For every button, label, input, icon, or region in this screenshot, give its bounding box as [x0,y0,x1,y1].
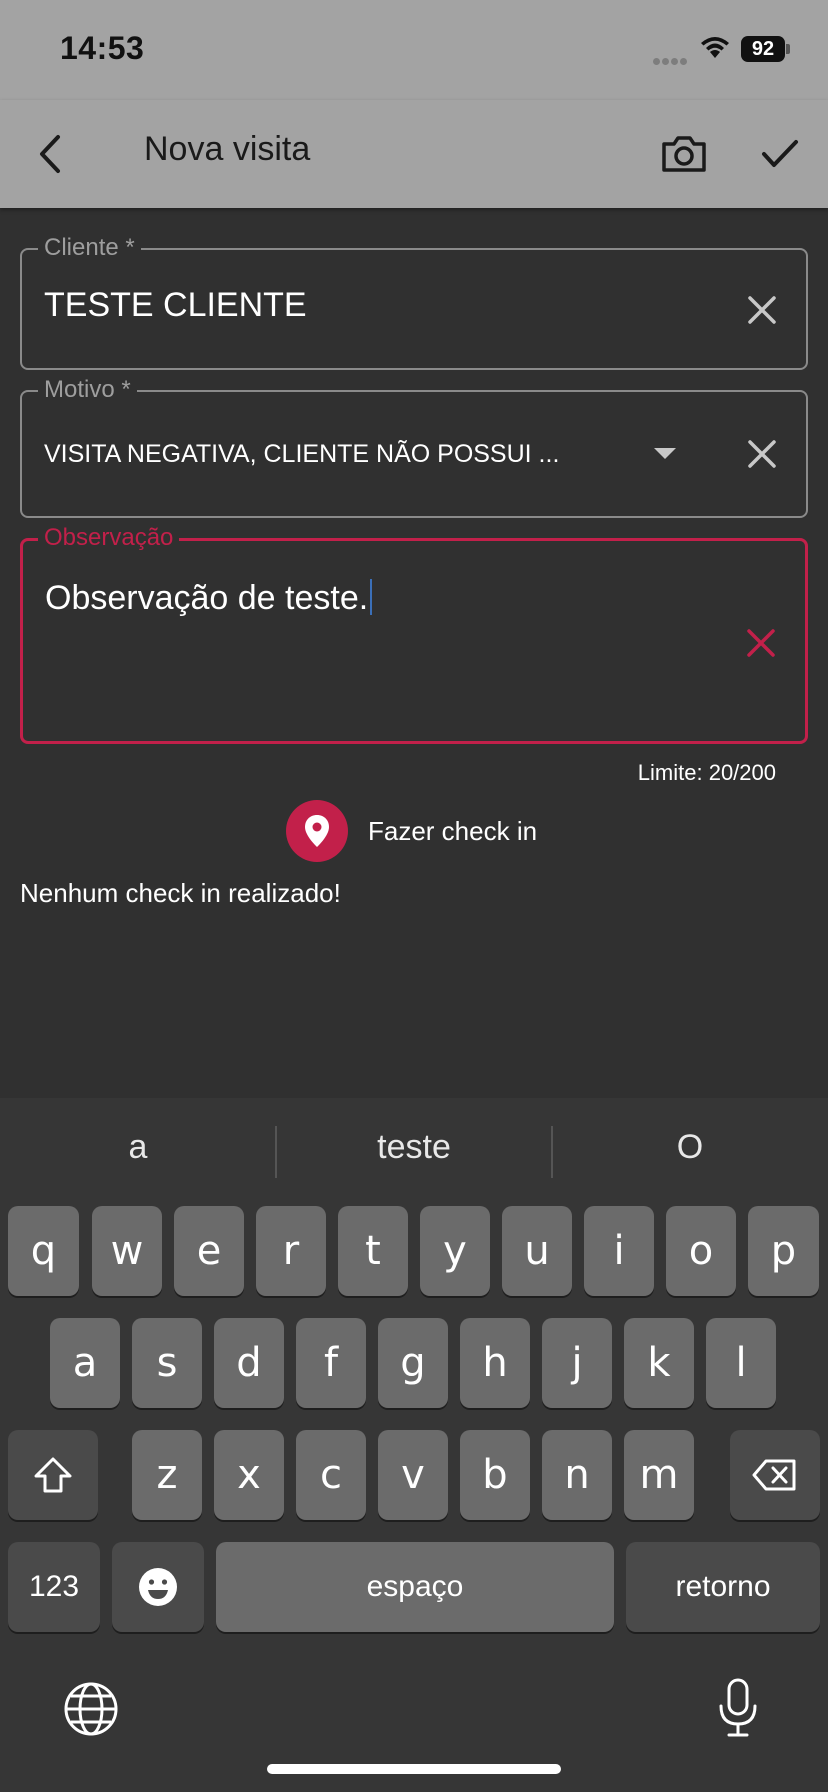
key-b[interactable]: b [460,1430,530,1520]
key-m[interactable]: m [624,1430,694,1520]
dropdown-arrow-icon[interactable] [654,448,676,459]
globe-button[interactable] [62,1680,120,1738]
observacao-text: Observação de teste. [45,579,369,617]
suggestion-item[interactable]: a [0,1128,276,1167]
location-pin-icon [286,800,348,862]
key-d[interactable]: d [214,1318,284,1408]
microphone-icon [719,1678,757,1737]
wifi-icon [700,36,730,65]
observacao-label: Observação [38,524,180,552]
home-indicator[interactable] [267,1764,561,1774]
key-j[interactable]: j [542,1318,612,1408]
key-h[interactable]: h [460,1318,530,1408]
globe-icon [64,1682,118,1736]
key-z[interactable]: z [132,1430,202,1520]
key-g[interactable]: g [378,1318,448,1408]
battery-icon: 92 [741,36,785,62]
return-key[interactable]: retorno [626,1542,820,1632]
key-y[interactable]: y [420,1206,490,1296]
close-icon [747,629,775,657]
suggestion-bar: a teste O [0,1098,828,1206]
key-f[interactable]: f [296,1318,366,1408]
close-icon [748,296,776,324]
key-u[interactable]: u [502,1206,572,1296]
microphone-button[interactable] [712,1676,764,1740]
status-time: 14:53 [60,30,145,66]
cliente-label: Cliente * [38,234,141,262]
key-t[interactable]: t [338,1206,408,1296]
emoji-icon [139,1568,177,1606]
close-icon [748,440,776,468]
camera-icon [662,136,706,172]
save-button[interactable] [752,126,808,182]
cliente-clear-button[interactable] [742,290,782,330]
motivo-value[interactable]: VISITA NEGATIVA, CLIENTE NÃO POSSUI ... [44,440,559,469]
check-icon [762,140,798,167]
key-a[interactable]: a [50,1318,120,1408]
motivo-select[interactable]: Motivo * VISITA NEGATIVA, CLIENTE NÃO PO… [20,376,808,518]
key-v[interactable]: v [378,1430,448,1520]
key-r[interactable]: r [256,1206,326,1296]
app-bar: Nova visita [0,100,828,208]
camera-button[interactable] [656,126,712,182]
key-c[interactable]: c [296,1430,366,1520]
cliente-field[interactable]: Cliente * TESTE CLIENTE [20,234,808,370]
observacao-clear-button[interactable] [741,623,781,663]
observacao-field[interactable]: Observação Observação de teste. [20,524,808,744]
key-i[interactable]: i [584,1206,654,1296]
delete-key[interactable] [730,1430,820,1520]
cellular-signal-icon [653,52,691,65]
space-key[interactable]: espaço [216,1542,614,1632]
suggestion-item[interactable]: O [552,1128,828,1167]
cliente-value[interactable]: TESTE CLIENTE [44,286,307,325]
back-button[interactable] [24,128,76,180]
key-x[interactable]: x [214,1430,284,1520]
motivo-clear-button[interactable] [742,434,782,474]
numbers-key[interactable]: 123 [8,1542,100,1632]
key-w[interactable]: w [92,1206,162,1296]
key-k[interactable]: k [624,1318,694,1408]
key-n[interactable]: n [542,1430,612,1520]
key-p[interactable]: p [748,1206,819,1296]
checkin-label: Fazer check in [368,815,538,846]
emoji-key[interactable] [112,1542,204,1632]
checkin-status: Nenhum check in realizado! [20,878,341,908]
motivo-label: Motivo * [38,376,137,404]
keyboard: a teste O q w e r t y u i o p a s d f g … [0,1098,828,1792]
shift-icon [34,1457,72,1493]
page-title: Nova visita [144,130,311,168]
shift-key[interactable] [8,1430,98,1520]
chevron-left-icon [40,135,60,173]
suggestion-item[interactable]: teste [276,1128,552,1167]
backspace-icon [752,1459,796,1491]
key-e[interactable]: e [174,1206,244,1296]
checkin-button[interactable]: Fazer check in [286,800,537,862]
status-bar: 14:53 92 [0,0,828,100]
key-s[interactable]: s [132,1318,202,1408]
text-cursor [370,579,373,615]
key-q[interactable]: q [8,1206,79,1296]
key-l[interactable]: l [706,1318,776,1408]
observacao-textarea[interactable]: Observação de teste. [45,579,373,618]
character-counter: Limite: 20/200 [637,760,776,785]
key-o[interactable]: o [666,1206,736,1296]
battery-tip [786,44,790,54]
